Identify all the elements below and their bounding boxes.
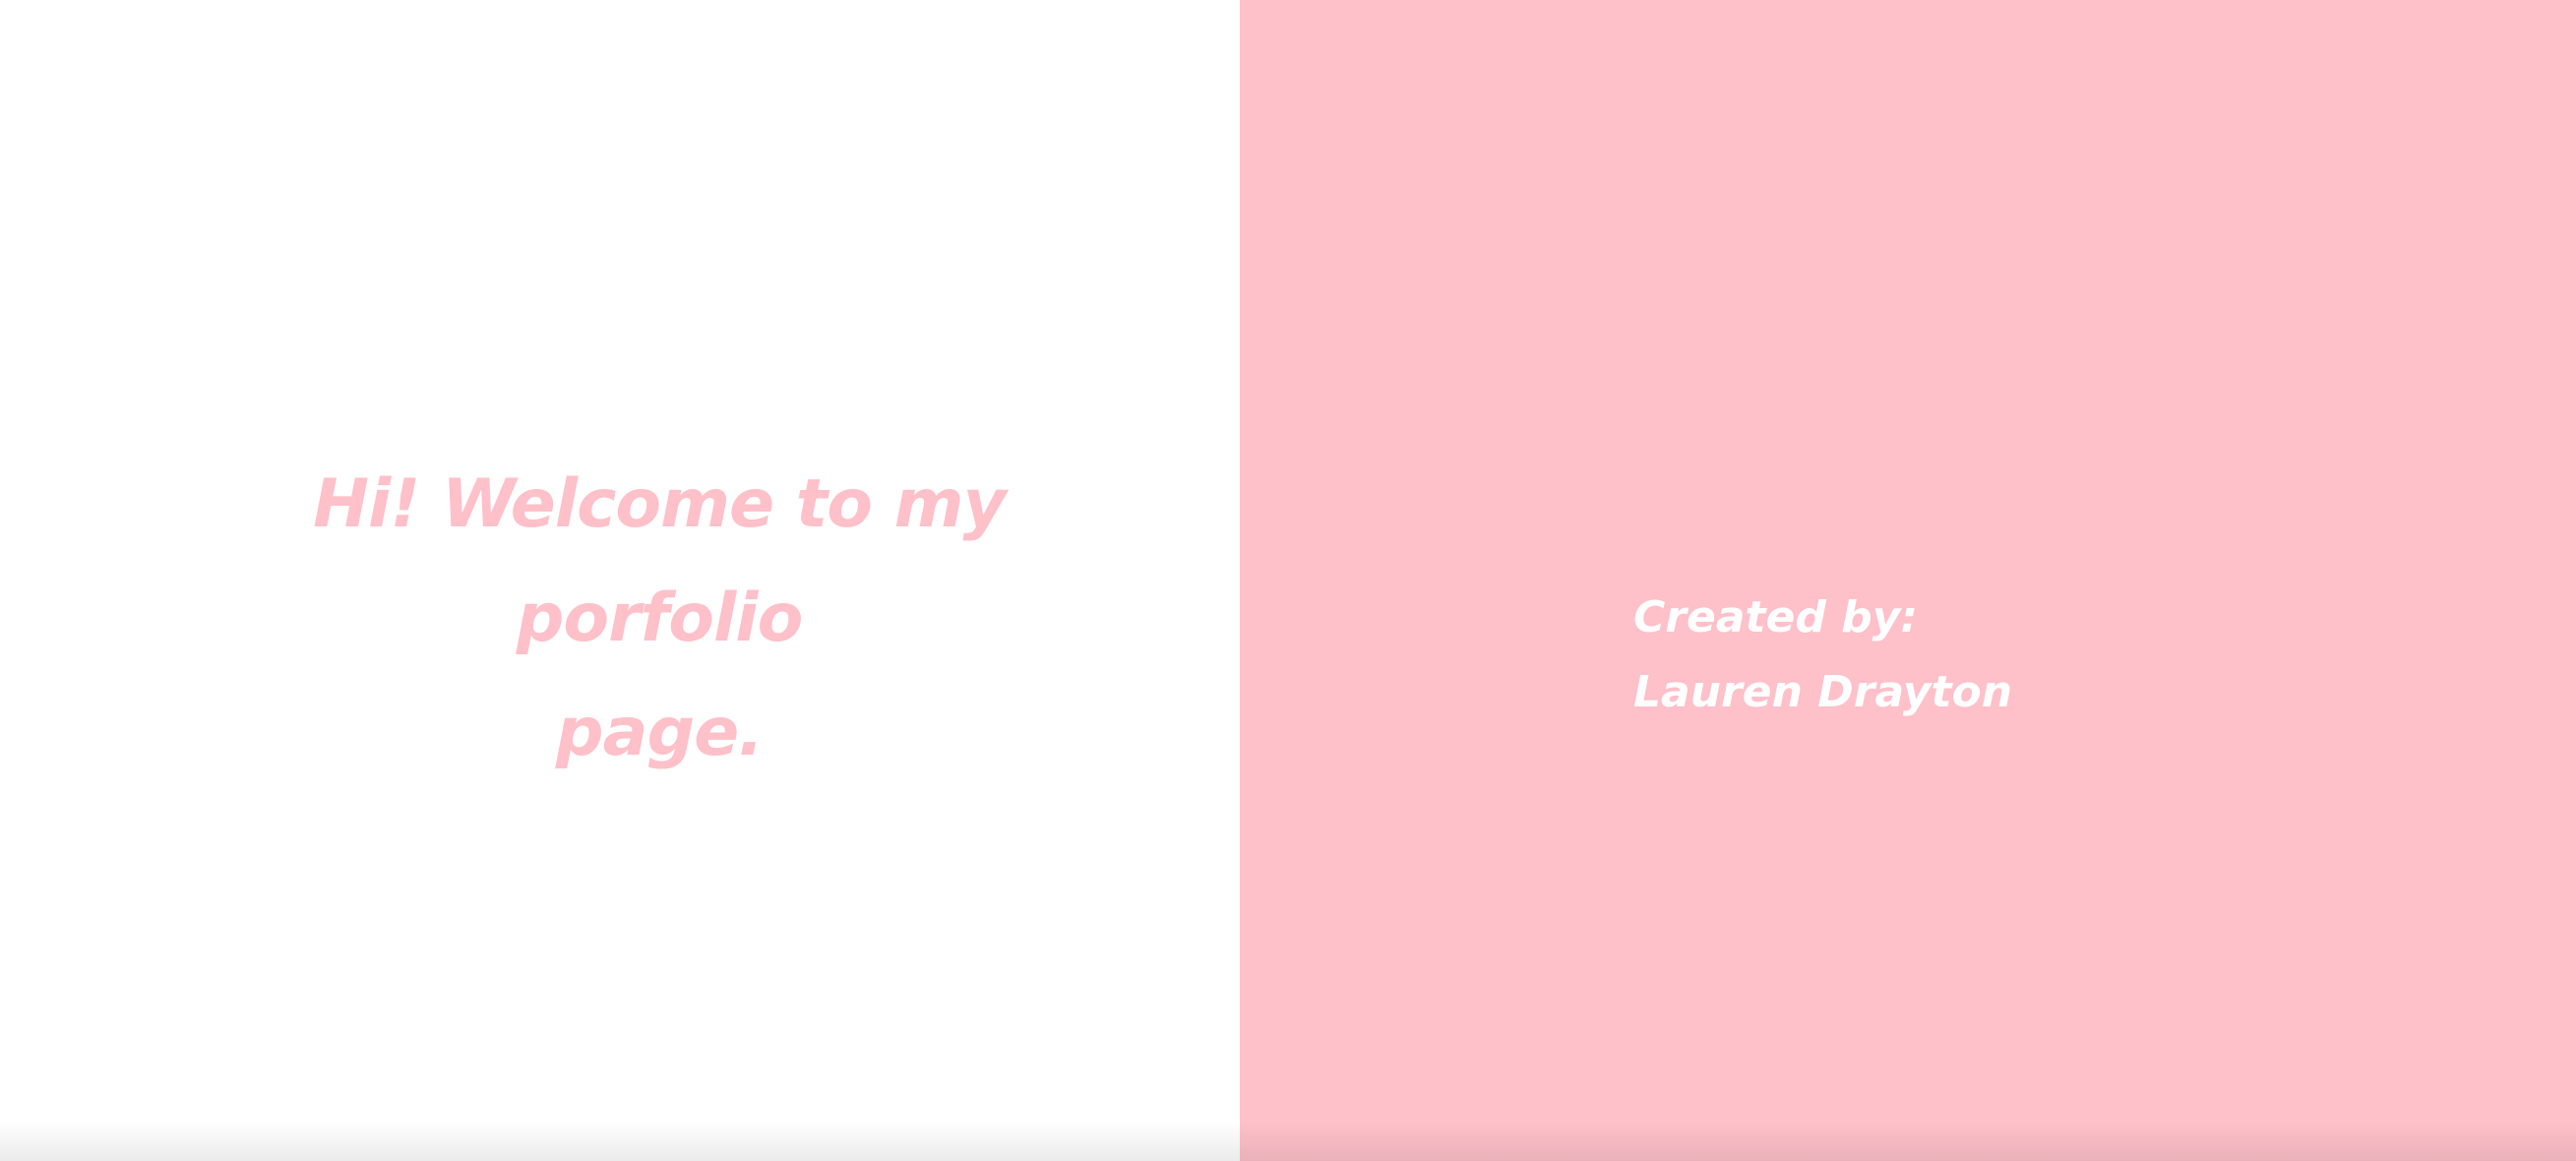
welcome-line-1: Hi! Welcome to my — [313, 465, 1007, 543]
welcome-panel: Hi! Welcome to my porfolio page. — [0, 0, 1240, 1161]
credit-block: Created by: Lauren Drayton — [1633, 580, 2012, 730]
credit-label: Created by: — [1633, 592, 1918, 642]
welcome-heading: Hi! Welcome to my porfolio page. — [0, 448, 1319, 790]
page: Hi! Welcome to my porfolio page. Created… — [0, 0, 2576, 1161]
credit-panel: Created by: Lauren Drayton — [1240, 0, 2576, 1161]
welcome-line-3: page. — [555, 694, 764, 771]
author-name: Lauren Drayton — [1633, 667, 2013, 717]
welcome-line-2: porfolio — [516, 580, 804, 657]
